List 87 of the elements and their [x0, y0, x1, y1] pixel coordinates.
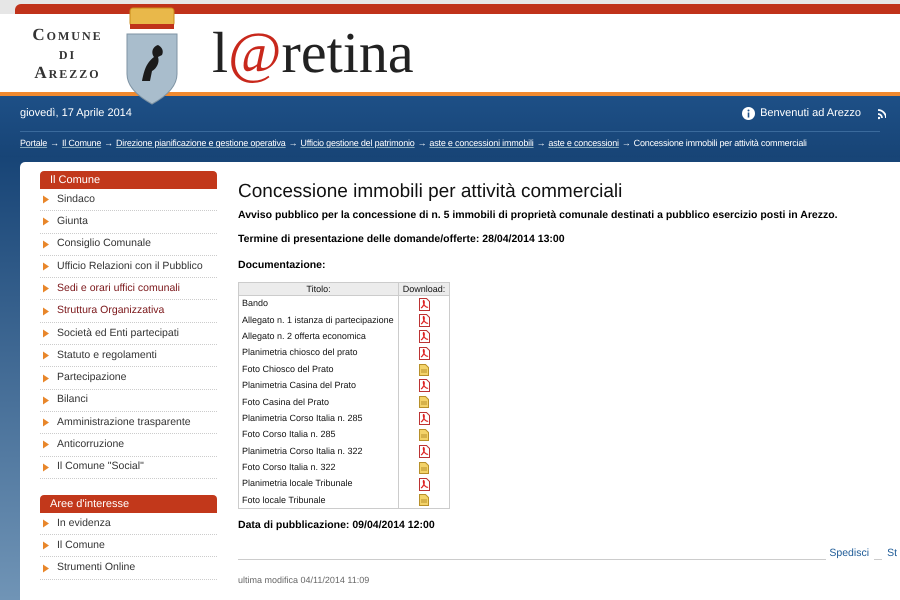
sidebar-link[interactable]: Struttura Organizzativa	[57, 303, 164, 319]
documentation-label: Documentazione:	[238, 258, 327, 272]
table-cell: Allegato n. 1 istanza di partecipazione	[238, 312, 398, 329]
table-cell: Planimetria Corso Italia n. 322	[238, 443, 398, 460]
sidebar-link[interactable]: Il Comune	[57, 538, 105, 554]
breadcrumb-arrow: →	[622, 137, 631, 150]
sidebar-link[interactable]: Giunta	[57, 214, 88, 230]
publication-date: Data di pubblicazione: 09/04/2014 12:00	[238, 518, 436, 534]
breadcrumb-arrow: →	[418, 137, 426, 150]
table-cell: Foto Casina del Prato	[238, 394, 398, 410]
notice-text: Avviso pubblico per la concessione di n. 5 immobili di proprietà comunale destinati a pubblico esercizio posti in Arezzo.	[238, 208, 839, 223]
deadline-text: Termine di presentazione delle domande/offerte: 28/04/2014 13:00	[238, 232, 566, 247]
sidebar-link[interactable]: In evidenza	[57, 516, 111, 532]
sidebar-link[interactable]: Il Comune "Social"	[57, 459, 144, 476]
bullet-arrow-icon	[42, 240, 50, 249]
sidebar-link[interactable]: Società ed Enti partecipati	[57, 326, 179, 342]
pdf-file-icon[interactable]	[418, 379, 430, 392]
document-icon[interactable]	[419, 396, 429, 408]
breadcrumb-link[interactable]: Il Comune	[62, 137, 102, 151]
breadcrumb-arrow: →	[104, 137, 113, 150]
bullet-arrow-icon	[42, 351, 50, 360]
bullet-arrow-icon	[42, 396, 50, 405]
sidebar-link[interactable]: Ufficio Relazioni con il Pubblico	[57, 258, 203, 274]
sidebar-link[interactable]: Bilanci	[57, 392, 88, 408]
bullet-arrow-icon	[42, 462, 50, 472]
bullet-arrow-icon	[42, 195, 50, 204]
table-cell: Bando	[238, 296, 398, 312]
table-cell: Foto Corso Italia n. 285	[238, 426, 398, 444]
sidebar-heading: Il Comune	[40, 171, 217, 189]
sidebar-link[interactable]: Sedi e orari uffici comunali	[57, 280, 180, 297]
last-modified: ultima modifica 04/11/2014 11:09	[238, 574, 370, 588]
breadcrumb-link[interactable]: Direzione pianificazione e gestione operativa	[116, 137, 286, 151]
bullet-arrow-icon	[42, 440, 50, 450]
welcome-link[interactable]: Benvenuti ad Arezzo	[760, 105, 861, 122]
bullet-arrow-icon	[42, 217, 50, 226]
bullet-arrow-icon	[42, 262, 50, 272]
pdf-file-icon[interactable]	[418, 478, 430, 491]
sidebar-link[interactable]: Partecipazione	[57, 370, 126, 386]
info-icon	[742, 107, 756, 120]
column-header: Titolo:	[238, 282, 398, 296]
pdf-file-icon[interactable]	[418, 346, 430, 360]
bullet-arrow-icon	[42, 306, 50, 316]
sidebar-link[interactable]: Anticorruzione	[57, 437, 124, 453]
pdf-file-icon[interactable]	[418, 330, 430, 344]
breadcrumb-arrow: →	[288, 137, 298, 150]
breadcrumb-arrow: →	[536, 137, 546, 150]
bullet-arrow-icon	[42, 284, 50, 294]
column-header: Download:	[398, 282, 450, 296]
table-cell: Foto locale Tribunale	[238, 492, 398, 509]
sidebar-heading: Aree d'interesse	[40, 494, 217, 513]
breadcrumb-link[interactable]: aste e concessioni	[548, 137, 619, 151]
table-cell: Foto Chiosco del Prato	[238, 361, 398, 378]
breadcrumb-link[interactable]: Portale	[20, 137, 48, 151]
rss-icon[interactable]	[878, 108, 886, 120]
logo-wordmark: l@retina	[212, 24, 414, 82]
document-icon[interactable]	[419, 364, 429, 376]
pdf-file-icon[interactable]	[418, 314, 430, 327]
table-cell: Planimetria Corso Italia n. 285	[238, 410, 398, 427]
table-cell: Foto Corso Italia n. 322	[238, 460, 398, 476]
sidebar-link[interactable]: Statuto e regolamenti	[57, 348, 157, 364]
table-cell: Planimetria Casina del Prato	[238, 378, 398, 394]
page-title: Concessione immobili per attività commerciali	[238, 180, 624, 204]
document-icon[interactable]	[419, 494, 429, 506]
document-icon[interactable]	[419, 429, 429, 442]
bullet-arrow-icon	[42, 374, 50, 383]
table-cell: Allegato n. 2 offerta economica	[238, 328, 398, 345]
table-cell: Planimetria chiosco del prato	[238, 344, 398, 362]
sidebar-link[interactable]: Sindaco	[57, 192, 95, 208]
sidebar-link[interactable]: Consiglio Comunale	[57, 236, 151, 252]
bullet-arrow-icon	[42, 328, 50, 338]
bullet-arrow-icon	[42, 519, 50, 528]
bullet-arrow-icon	[42, 541, 50, 550]
breadcrumb-link[interactable]: aste e concessioni immobili	[429, 137, 534, 151]
pdf-file-icon[interactable]	[418, 412, 430, 426]
document-icon[interactable]	[419, 462, 429, 474]
sidebar-link[interactable]: Amministrazione trasparente	[57, 414, 191, 430]
current-date: giovedì, 17 Aprile 2014	[20, 106, 132, 122]
pdf-file-icon[interactable]	[418, 444, 430, 458]
sidebar-link[interactable]: Strumenti Online	[57, 560, 136, 576]
breadcrumb-arrow: →	[50, 137, 59, 150]
breadcrumb-link[interactable]: Ufficio gestione del patrimonio	[300, 137, 415, 151]
bullet-arrow-icon	[42, 418, 50, 428]
bullet-arrow-icon	[42, 564, 50, 573]
municipality-name: Comune di Arezzo	[31, 24, 104, 82]
breadcrumb-current: Concessione immobili per attività commerciali	[634, 137, 807, 150]
table-cell: Planimetria locale Tribunale	[238, 476, 398, 492]
pdf-file-icon[interactable]	[418, 298, 430, 311]
